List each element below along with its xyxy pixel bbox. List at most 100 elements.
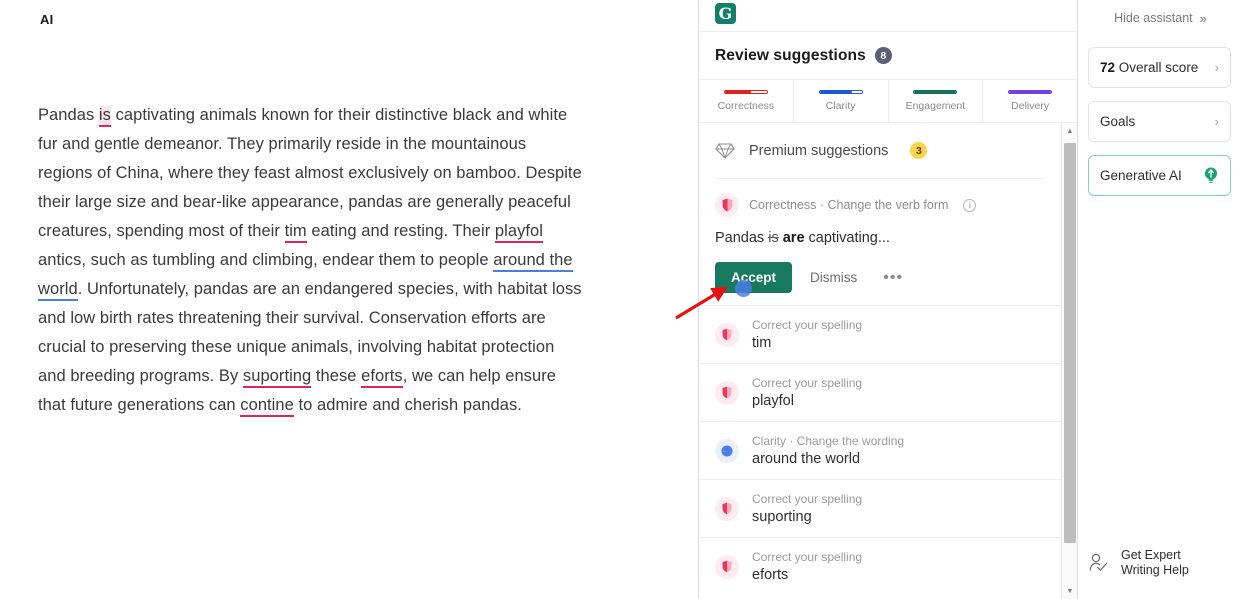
more-options-button[interactable]: ••• [875, 266, 911, 290]
suggestion-text: Correct your spelling suporting [752, 492, 862, 525]
overall-score-label: Overall score [1118, 60, 1199, 75]
overall-score-card[interactable]: 72 Overall score › [1088, 47, 1231, 88]
correctness-shield-icon [715, 496, 739, 521]
doc-error-contine[interactable]: contine [240, 396, 294, 417]
panel-title: Review suggestions [715, 46, 866, 64]
suggestion-row[interactable]: Correct your spelling suporting [699, 479, 1061, 537]
doc-text-run: captivating animals known for their dist… [38, 106, 582, 240]
scroll-down-arrow-icon[interactable]: ▼ [1062, 583, 1077, 599]
tab-progress-bar [1008, 89, 1053, 95]
active-suggestion-card[interactable]: Correctness · Change the verb form i Pan… [699, 179, 1061, 305]
correctness-shield-icon [715, 380, 739, 405]
dismiss-button[interactable]: Dismiss [798, 262, 869, 293]
right-rail: Hide assistant » 72 Overall score › Goal… [1079, 0, 1240, 599]
active-card-actions: Accept Dismiss ••• [715, 262, 1045, 293]
suggestion-category: Correct your spelling [752, 492, 863, 506]
suggestions-count-badge: 8 [874, 47, 892, 64]
expert-help-text: Get Expert Writing Help [1121, 548, 1189, 578]
doc-error-tim[interactable]: tim [284, 222, 307, 243]
document-paragraph[interactable]: Pandas is captivating animals known for … [38, 101, 583, 420]
chevron-right-icon: › [1214, 114, 1219, 129]
premium-label: Premium suggestions [749, 142, 889, 159]
tab-label: Engagement [905, 100, 966, 113]
suggestion-word: playfol [752, 393, 794, 409]
tab-progress-bar [913, 89, 958, 95]
accept-button[interactable]: Accept [715, 262, 793, 293]
tab-clarity[interactable]: Clarity [794, 80, 889, 122]
suggestion-text: Correct your spelling eforts [752, 550, 862, 583]
suggestion-category: Correct your spelling [752, 550, 863, 564]
suggestion-word: suporting [752, 509, 812, 525]
overall-score-text: 72 Overall score [1100, 60, 1215, 75]
hide-assistant-button[interactable]: Hide assistant » [1088, 2, 1231, 34]
suggestions-scroll-area: Premium suggestions 3 Correctness · Chan… [699, 123, 1077, 599]
panel-scrollbar[interactable]: ▲ ▼ [1061, 123, 1077, 599]
suggestion-row[interactable]: Correct your spelling playfol [699, 363, 1061, 421]
app-screen: AI Pandas is captivating animals known f… [0, 0, 1240, 599]
generative-ai-card[interactable]: Generative AI [1088, 155, 1231, 196]
suggestion-text: Correct your spelling tim [752, 318, 862, 351]
correctness-shield-icon [715, 322, 739, 347]
doc-text-run: antics, such as tumbling and climbing, e… [38, 251, 494, 269]
doc-error-is[interactable]: is [98, 106, 111, 127]
suggestion-row[interactable]: Clarity · Change the wording around the w… [699, 421, 1061, 479]
tab-delivery[interactable]: Delivery [983, 80, 1077, 122]
suggestion-category: Clarity · Change the wording [752, 434, 905, 448]
suggestion-row[interactable]: Correct your spelling eforts [699, 537, 1061, 595]
doc-error-playfol[interactable]: playfol [494, 222, 543, 243]
chevron-double-right-icon: » [1199, 10, 1207, 26]
tab-correctness[interactable]: Correctness [699, 80, 794, 122]
suggestion-rows: Correct your spelling tim Correct your spe… [699, 305, 1061, 595]
suggestion-word: eforts [752, 567, 789, 583]
goals-label: Goals [1100, 114, 1136, 129]
document-editor[interactable]: AI Pandas is captivating animals known f… [0, 0, 698, 599]
doc-error-eforts[interactable]: eforts [361, 367, 403, 388]
card-text-strike: is [768, 230, 779, 246]
suggestions-list: Premium suggestions 3 Correctness · Chan… [699, 123, 1061, 599]
suggestion-text: Correct your spelling playfol [752, 376, 862, 409]
chevron-right-icon: › [1214, 60, 1219, 75]
tab-engagement[interactable]: Engagement [889, 80, 984, 122]
document-title: AI [40, 12, 54, 27]
premium-count-badge: 3 [910, 142, 928, 159]
premium-suggestions-row[interactable]: Premium suggestions 3 [699, 123, 1061, 178]
card-text-after: captivating... [804, 230, 890, 246]
active-card-text: Pandas is are captivating... [715, 230, 1045, 246]
tab-label: Clarity [825, 100, 856, 113]
tab-progress-bar [723, 89, 768, 95]
diamond-icon [715, 142, 735, 159]
correctness-shield-icon [715, 193, 739, 217]
review-suggestions-header: Review suggestions 8 [699, 32, 1077, 80]
clarity-icon [715, 438, 739, 463]
hide-assistant-label: Hide assistant [1114, 11, 1193, 25]
doc-error-suporting[interactable]: suporting [242, 367, 312, 388]
doc-text-run: eating and resting. Their [306, 222, 495, 240]
card-text-before: Pandas [715, 230, 769, 246]
tab-label: Delivery [1011, 100, 1050, 113]
suggestion-row[interactable]: Correct your spelling tim [699, 305, 1061, 363]
get-expert-help-button[interactable]: Get Expert Writing Help [1088, 548, 1231, 578]
lightbulb-icon [1202, 167, 1219, 184]
overall-score-value: 72 [1100, 60, 1116, 75]
panel-header: G [699, 0, 1077, 32]
doc-text-run: Pandas [38, 106, 99, 124]
correctness-shield-icon [715, 554, 739, 579]
goals-card[interactable]: Goals › [1088, 101, 1231, 142]
person-check-icon [1089, 553, 1108, 571]
scroll-up-arrow-icon[interactable]: ▲ [1062, 123, 1077, 139]
suggestion-word: tim [752, 335, 772, 351]
expert-line-1: Get Expert [1121, 548, 1181, 562]
generative-ai-label: Generative AI [1100, 168, 1182, 183]
grammarly-logo-icon: G [715, 3, 736, 24]
expert-line-2: Writing Help [1121, 563, 1189, 577]
scrollbar-thumb[interactable] [1064, 143, 1076, 543]
doc-text-run: to admire and cherish pandas. [293, 396, 522, 414]
suggestion-category: Correct your spelling [752, 376, 863, 390]
active-card-category: Correctness · Change the verb form [749, 198, 949, 212]
category-tabs[interactable]: Correctness Clarity Engagement Delivery [699, 80, 1077, 123]
tab-progress-bar [818, 89, 863, 95]
info-icon[interactable]: i [963, 198, 977, 212]
suggestion-word: around the world [752, 451, 861, 467]
tab-label: Correctness [717, 100, 775, 113]
logo-letter: G [718, 3, 733, 23]
